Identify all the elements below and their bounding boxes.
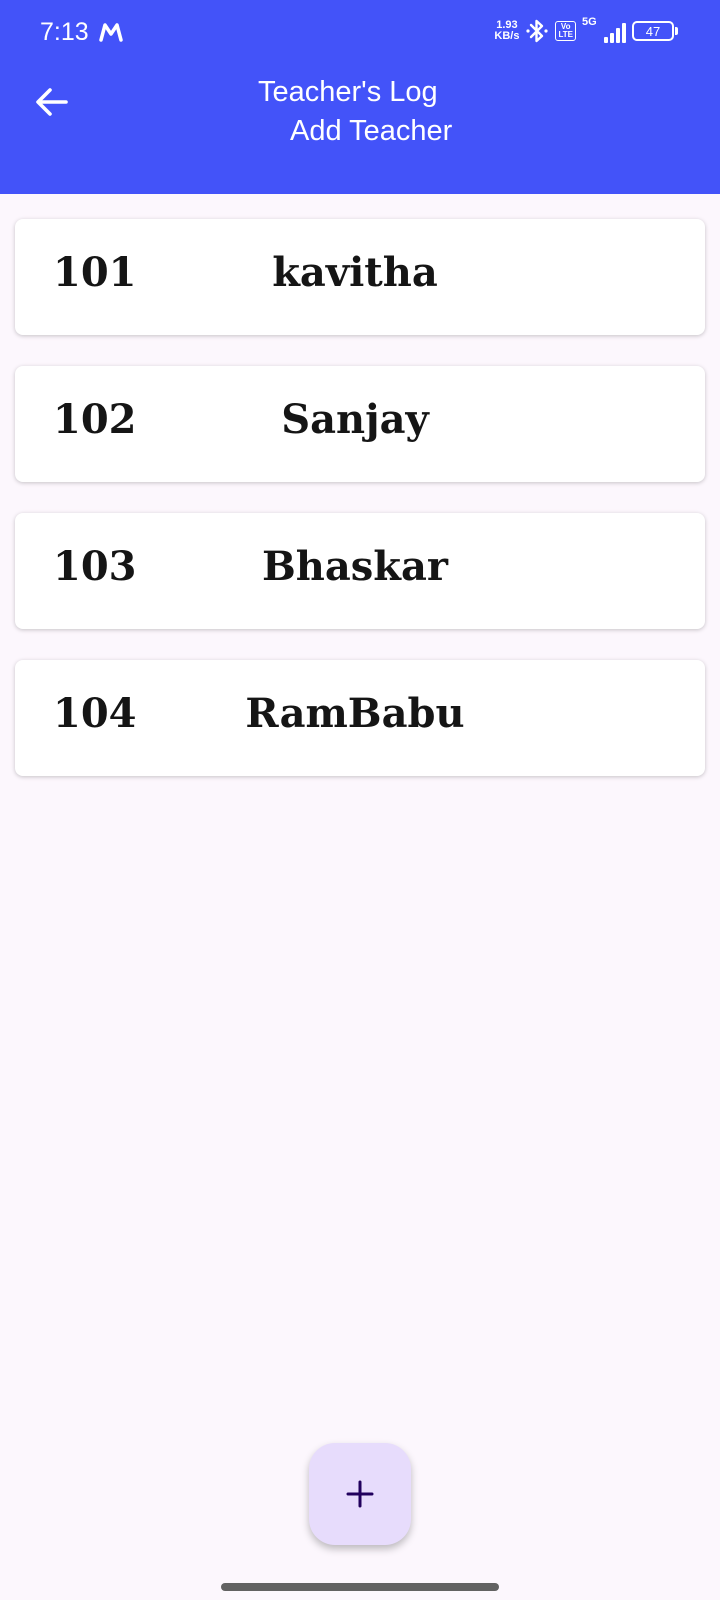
bluetooth-icon (526, 19, 549, 43)
teacher-list: 101 kavitha 102 Sanjay 103 Bhaskar 104 R… (15, 219, 705, 807)
add-fab-button[interactable] (309, 1443, 411, 1545)
teacher-card[interactable]: 104 RamBabu (15, 660, 705, 776)
teacher-name: Bhaskar (261, 543, 449, 590)
add-teacher-button[interactable]: Add Teacher (290, 115, 452, 148)
status-icons: 1.93 KB/s Vo LTE 5G 47 (494, 16, 678, 44)
battery-level: 47 (632, 21, 674, 41)
back-button[interactable] (30, 80, 74, 124)
signal-icon: 5G (582, 16, 626, 43)
plus-icon (346, 1480, 374, 1508)
network-type: 5G (582, 16, 597, 28)
screen: 7:13 1.93 KB/s Vo LTE 5G 47 Teacher's Lo… (0, 0, 720, 1600)
teacher-card[interactable]: 102 Sanjay (15, 366, 705, 482)
battery-icon: 47 (632, 21, 678, 41)
net-speed-unit: KB/s (494, 30, 520, 42)
arrow-left-icon (36, 88, 68, 116)
status-time: 7:13 (40, 18, 89, 46)
teacher-name: kavitha (272, 249, 438, 296)
signal-bars (604, 21, 626, 43)
teacher-name: RamBabu (245, 690, 465, 737)
teacher-card[interactable]: 101 kavitha (15, 219, 705, 335)
gesture-nav-bar[interactable] (221, 1583, 499, 1591)
m-icon (99, 23, 123, 42)
volte-icon: Vo LTE (555, 21, 576, 41)
teacher-name: Sanjay (281, 396, 429, 443)
status-bar: 7:13 1.93 KB/s Vo LTE 5G 47 (0, 0, 720, 66)
header: 7:13 1.93 KB/s Vo LTE 5G 47 Teacher's Lo… (0, 0, 720, 194)
page-title: Teacher's Log (258, 76, 438, 108)
volte-bottom: LTE (558, 30, 573, 39)
app-bar: Teacher's Log Add Teacher (0, 66, 720, 194)
net-speed: 1.93 KB/s (494, 20, 519, 42)
teacher-card[interactable]: 103 Bhaskar (15, 513, 705, 629)
